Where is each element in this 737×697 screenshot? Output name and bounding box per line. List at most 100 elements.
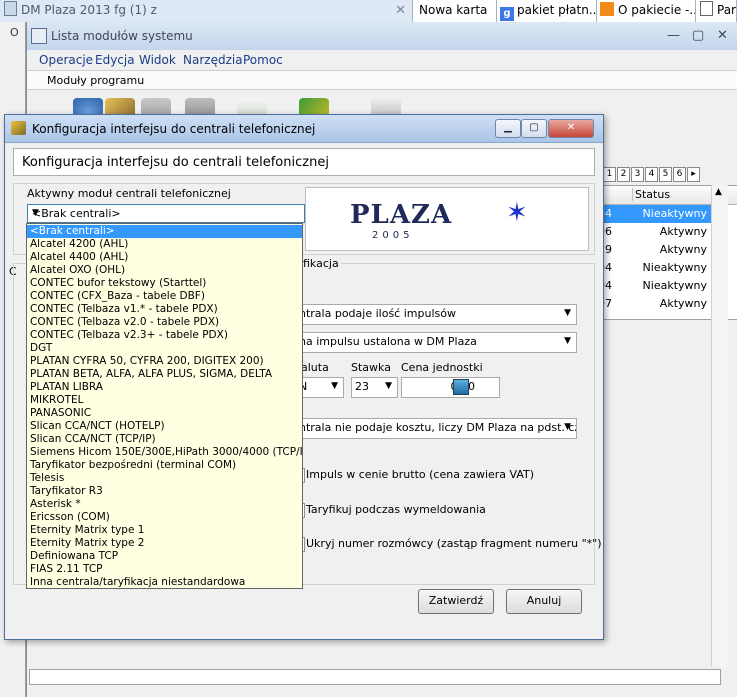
dropdown-option[interactable]: Asterisk * bbox=[27, 498, 302, 511]
scroll-up-icon[interactable]: ▲ bbox=[715, 187, 722, 197]
page-button[interactable]: 1 bbox=[603, 167, 616, 182]
dropdown-option[interactable]: PLATAN BETA, ALFA, ALFA PLUS, SIGMA, DEL… bbox=[27, 368, 302, 381]
menu-pomoc[interactable]: Pomoc bbox=[243, 53, 283, 67]
dropdown-option[interactable]: CONTEC bufor tekstowy (Starttel) bbox=[27, 277, 302, 290]
dialog-title-bar: Konfiguracja interfejsu do centrali tele… bbox=[5, 115, 603, 143]
close-button[interactable]: ✕ bbox=[548, 119, 594, 138]
table-row[interactable]: 06 Aktywny bbox=[596, 223, 712, 241]
plaza-logo: PLAZA 2005 ✶ bbox=[305, 187, 589, 251]
window-icon bbox=[31, 28, 47, 44]
tools-icon bbox=[11, 121, 26, 135]
cancel-button[interactable]: Anuluj bbox=[506, 589, 582, 614]
menu-edycja[interactable]: Edycja bbox=[95, 53, 135, 67]
menu-fragment: O bbox=[10, 26, 19, 39]
vat-rate-select[interactable]: 23 ▼ bbox=[351, 377, 398, 398]
dropdown-option[interactable]: PANASONIC bbox=[27, 407, 302, 420]
hide-number-checkbox-label: Ukryj numer rozmówcy (zastąp fragment nu… bbox=[306, 537, 602, 550]
impulse-price-select[interactable]: na impulsu ustalona w DM Plaza ▼ bbox=[295, 332, 577, 353]
table-row[interactable]: 04 Nieaktywny bbox=[596, 259, 712, 277]
tab-label: Nowa karta bbox=[419, 3, 488, 17]
dropdown-option[interactable]: CONTEC (Telbaza v2.3+ - tabele PDX) bbox=[27, 329, 302, 342]
page-button[interactable]: 2 bbox=[617, 167, 630, 182]
dropdown-option[interactable]: Telesis bbox=[27, 472, 302, 485]
dropdown-option[interactable]: Alcatel 4200 (AHL) bbox=[27, 238, 302, 251]
dialog-header: Konfiguracja interfejsu do centrali tele… bbox=[13, 148, 595, 176]
calculator-icon[interactable] bbox=[453, 379, 469, 395]
pagination: 1 2 3 4 5 6 ▸ bbox=[603, 167, 733, 182]
tab-o-pakiecie[interactable]: O pakiecie -... bbox=[597, 0, 696, 22]
vertical-scrollbar[interactable]: ▲ ▼ bbox=[711, 185, 728, 690]
page-icon bbox=[700, 1, 713, 16]
dropdown-option[interactable]: Slican CCA/NCT (TCP/IP) bbox=[27, 433, 302, 446]
impulse-mode-select[interactable]: ntrala podaje ilość impulsów ▼ bbox=[295, 304, 577, 325]
central-module-select[interactable]: <Brak centrali> ▼ bbox=[27, 204, 305, 223]
tab-pakiet[interactable]: g pakiet płatn... bbox=[497, 0, 597, 22]
cost-mode-select[interactable]: ntrala nie podaje kosztu, liczy DM Plaza… bbox=[295, 418, 577, 439]
page-button[interactable]: 4 bbox=[645, 167, 658, 182]
browser-tab-strip: DM Plaza 2013 fg (1) z ✕ Nowa karta g pak… bbox=[0, 0, 737, 22]
dropdown-option[interactable]: <Brak centrali> bbox=[27, 225, 302, 238]
dropdown-option[interactable]: PLATAN CYFRA 50, CYFRA 200, DIGITEX 200) bbox=[27, 355, 302, 368]
table-row[interactable]: 04 Nieaktywny bbox=[596, 205, 712, 223]
title-bar: Lista modułów systemu — ▢ ✕ bbox=[27, 22, 737, 50]
maximize-icon[interactable]: ▢ bbox=[692, 28, 704, 43]
dropdown-option[interactable]: CONTEC (Telbaza v1.* - tabele PDX) bbox=[27, 303, 302, 316]
unit-price-input[interactable]: 0,50 bbox=[401, 377, 500, 398]
close-icon[interactable]: ✕ bbox=[395, 0, 406, 21]
dropdown-option[interactable]: Alcatel OXO (OHL) bbox=[27, 264, 302, 277]
dropdown-option[interactable]: MIKROTEL bbox=[27, 394, 302, 407]
dropdown-option[interactable]: Ericsson (COM) bbox=[27, 511, 302, 524]
star-icon: ✶ bbox=[506, 198, 528, 228]
dropdown-option[interactable]: CONTEC (CFX_Baza - tabele DBF) bbox=[27, 290, 302, 303]
status-bar bbox=[27, 667, 737, 697]
currency-label: aluta bbox=[301, 361, 329, 374]
orange-icon bbox=[600, 2, 614, 16]
tab-nowa-karta[interactable]: Nowa karta bbox=[413, 0, 497, 22]
menu-operacje[interactable]: Operacje bbox=[39, 53, 93, 67]
dropdown-option[interactable]: Taryfikator R3 bbox=[27, 485, 302, 498]
minimize-icon[interactable]: — bbox=[667, 28, 680, 43]
page-button[interactable]: 3 bbox=[631, 167, 644, 182]
dropdown-option[interactable]: DGT bbox=[27, 342, 302, 355]
page-next-icon[interactable]: ▸ bbox=[687, 167, 700, 182]
tab-label: O pakiecie -... bbox=[618, 3, 696, 17]
maximize-button[interactable]: ▢ bbox=[521, 119, 547, 138]
confirm-button[interactable]: Zatwierdź bbox=[418, 589, 494, 614]
dropdown-option[interactable]: Slican CCA/NCT (HOTELP) bbox=[27, 420, 302, 433]
dropdown-option[interactable]: Eternity Matrix type 2 bbox=[27, 537, 302, 550]
tab-dm-plaza[interactable]: DM Plaza 2013 fg (1) z ✕ bbox=[0, 0, 413, 22]
page-button[interactable]: 6 bbox=[673, 167, 686, 182]
modules-label: Moduły programu bbox=[47, 74, 145, 87]
close-icon[interactable]: ✕ bbox=[717, 28, 728, 43]
modules-bar: Moduły programu bbox=[27, 70, 737, 90]
dropdown-option[interactable]: Alcatel 4400 (AHL) bbox=[27, 251, 302, 264]
unit-price-label: Cena jednostki bbox=[401, 361, 483, 374]
dropdown-option[interactable]: FIAS 2.11 TCP bbox=[27, 563, 302, 576]
chevron-down-icon[interactable]: ▼ bbox=[32, 208, 301, 218]
dropdown-option[interactable]: Inna centrala/taryfikacja niestandardowa bbox=[27, 576, 302, 588]
dropdown-option[interactable]: Definiowana TCP bbox=[27, 550, 302, 563]
vat-rate-label: Stawka bbox=[351, 361, 391, 374]
logo-subtext: 2005 bbox=[372, 230, 414, 241]
tab-label: DM Plaza 2013 fg (1) z bbox=[21, 3, 157, 17]
dialog-title: Konfiguracja interfejsu do centrali tele… bbox=[32, 122, 316, 136]
dropdown-option[interactable]: CONTEC (Telbaza v2.0 - tabele PDX) bbox=[27, 316, 302, 329]
dropdown-option[interactable]: PLATAN LIBRA bbox=[27, 381, 302, 394]
module-label: Aktywny moduł centrali telefonicznej bbox=[27, 187, 231, 200]
dropdown-option[interactable]: Taryfikator bezpośredni (terminal COM) bbox=[27, 459, 302, 472]
google-icon: g bbox=[500, 7, 514, 21]
dropdown-option[interactable]: Eternity Matrix type 1 bbox=[27, 524, 302, 537]
menu-narzedzia[interactable]: Narzędzia bbox=[183, 53, 243, 67]
column-header-status[interactable]: Status bbox=[632, 188, 670, 201]
table-row[interactable]: 19 Aktywny bbox=[596, 241, 712, 259]
page-button[interactable]: 5 bbox=[659, 167, 672, 182]
logo-text: PLAZA bbox=[350, 200, 453, 230]
dropdown-option[interactable]: Siemens Hicom 150E/300E,HiPath 3000/4000… bbox=[27, 446, 302, 459]
central-dropdown-list[interactable]: <Brak centrali> Alcatel 4200 (AHL) Alcatel… bbox=[26, 223, 303, 589]
vat-checkbox-label: Impuls w cenie brutto (cena zawiera VAT) bbox=[306, 468, 535, 481]
table-row[interactable]: 07 Aktywny bbox=[596, 295, 712, 313]
menu-widok[interactable]: Widok bbox=[139, 53, 176, 67]
table-row[interactable]: 04 Nieaktywny bbox=[596, 277, 712, 295]
tab-par[interactable]: Par bbox=[696, 0, 737, 22]
minimize-button[interactable]: ▁ bbox=[495, 119, 521, 138]
